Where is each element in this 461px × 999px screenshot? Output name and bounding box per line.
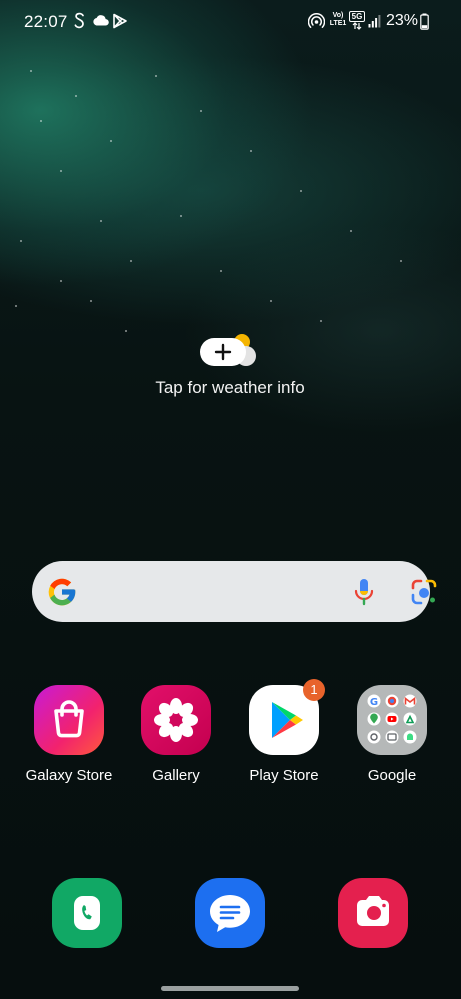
dock-phone[interactable] bbox=[52, 878, 122, 948]
play-store-icon: 1 bbox=[249, 679, 325, 755]
cloud-icon bbox=[93, 15, 109, 26]
lens-icon[interactable] bbox=[410, 578, 438, 606]
clock: 22:07 bbox=[24, 12, 68, 31]
battery-icon bbox=[420, 13, 429, 30]
status-bar: 22:07 Vo) LTE1 5G 23% bbox=[0, 0, 461, 44]
app-play-store[interactable]: 1 Play Store bbox=[234, 679, 334, 784]
hotspot-icon bbox=[308, 13, 325, 28]
messages-icon bbox=[210, 895, 250, 932]
app-gallery[interactable]: Gallery bbox=[126, 685, 226, 784]
google-folder-icon: G bbox=[357, 685, 427, 755]
app-label: Gallery bbox=[152, 767, 200, 784]
signal-icon bbox=[368, 15, 381, 28]
battery-percent: 23% bbox=[386, 12, 419, 29]
navigation-handle[interactable] bbox=[161, 986, 299, 991]
data-arrows-icon bbox=[352, 22, 362, 30]
camera-icon bbox=[357, 896, 389, 926]
galaxy-store-icon bbox=[34, 685, 104, 755]
notification-badge: 1 bbox=[303, 679, 325, 701]
google-g-icon bbox=[48, 578, 76, 606]
app-galaxy-store[interactable]: Galaxy Store bbox=[19, 685, 119, 784]
play-store-notification-icon bbox=[113, 13, 127, 29]
dock-messages[interactable] bbox=[195, 878, 265, 948]
volte-indicator: Vo) LTE1 bbox=[329, 12, 347, 27]
app-label: Play Store bbox=[249, 767, 319, 784]
app-folder-google[interactable]: G Google bbox=[342, 685, 442, 784]
samsung-pay-icon bbox=[74, 12, 84, 29]
network-5g-indicator: 5G bbox=[349, 11, 365, 31]
svg-text:G: G bbox=[370, 697, 378, 708]
phone-icon bbox=[74, 896, 100, 930]
app-label: Google bbox=[367, 767, 417, 784]
dock-camera[interactable] bbox=[338, 878, 408, 948]
google-search-bar[interactable] bbox=[32, 561, 437, 622]
weather-add-icon bbox=[200, 330, 260, 370]
weather-widget[interactable]: Tap for weather info bbox=[130, 330, 330, 398]
weather-label: Tap for weather info bbox=[155, 378, 305, 397]
gallery-icon bbox=[141, 685, 211, 755]
mic-icon[interactable] bbox=[351, 578, 377, 606]
app-label: Galaxy Store bbox=[25, 767, 113, 784]
